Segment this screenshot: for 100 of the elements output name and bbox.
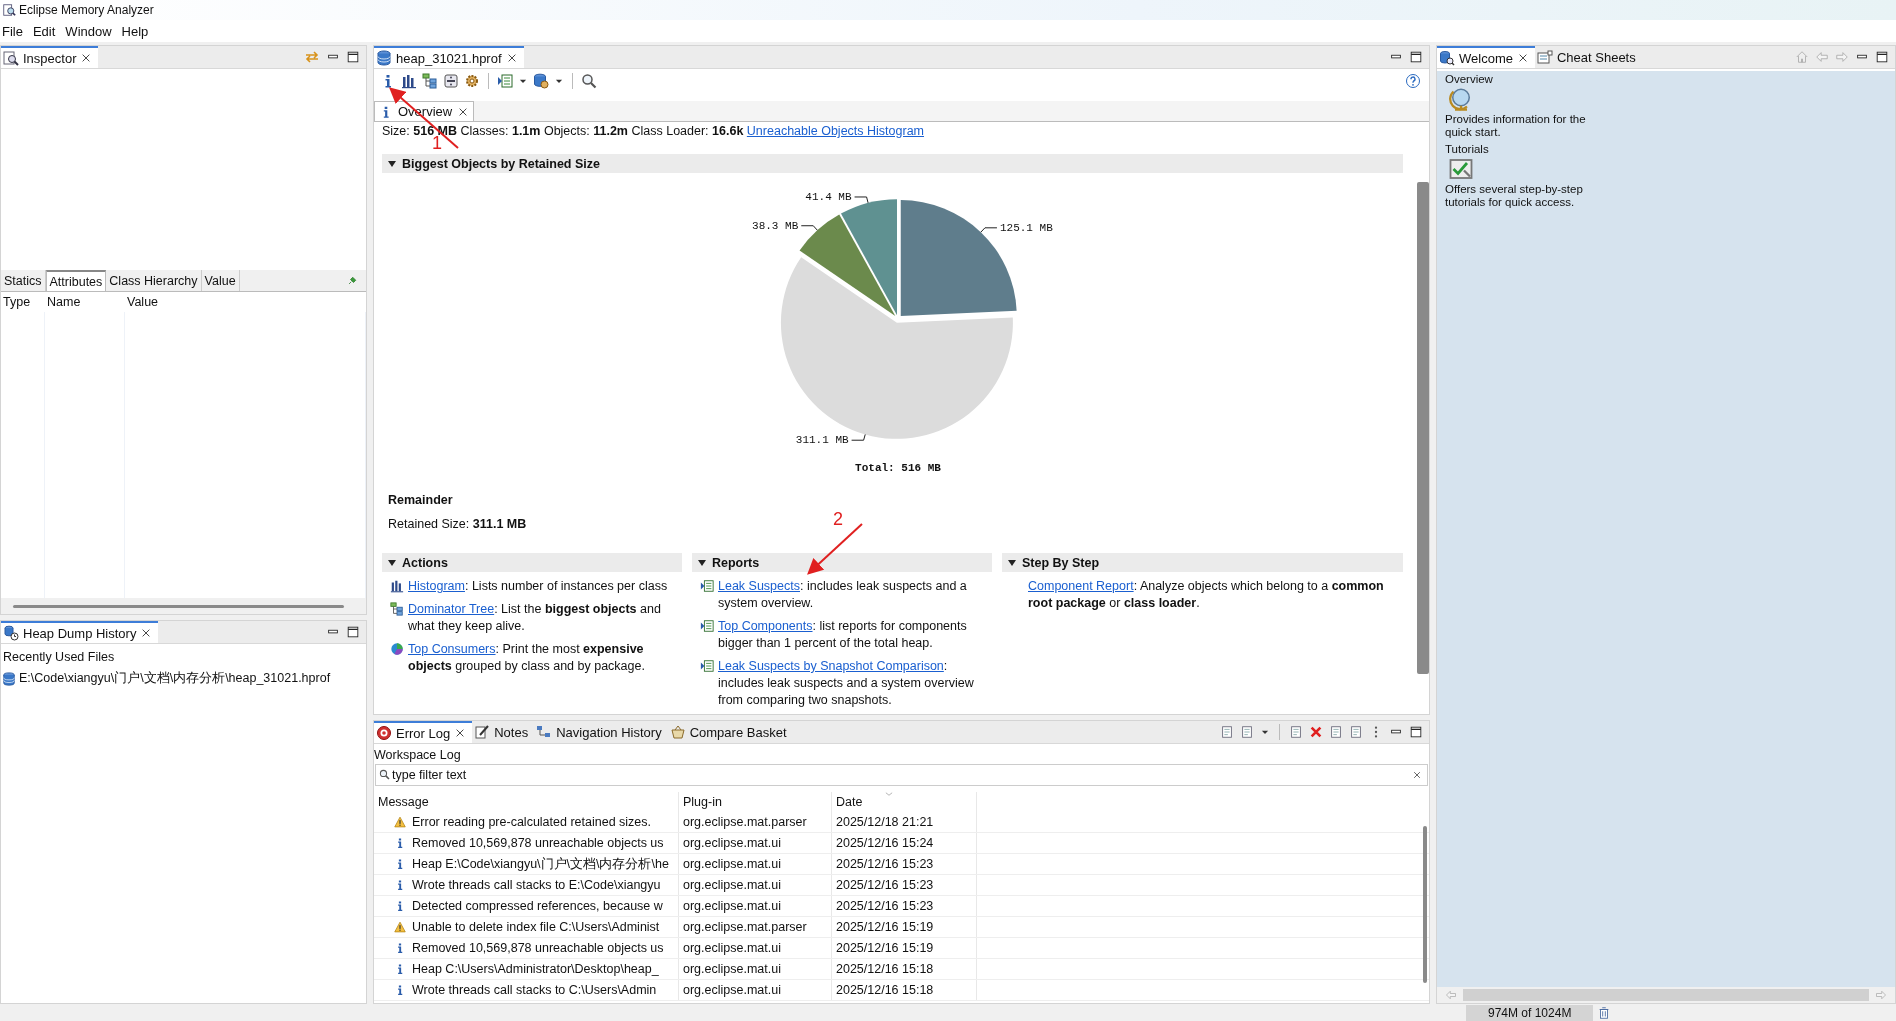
view-tab[interactable]: Notes [472, 721, 535, 743]
checklist-icon[interactable] [1449, 157, 1473, 181]
column-header[interactable]: Date [832, 792, 977, 812]
heap-status[interactable]: 974M of 1024M [1466, 1004, 1594, 1021]
maximize-icon[interactable] [1875, 50, 1889, 64]
section-title: Reports [712, 555, 760, 570]
view-tab[interactable]: Heap Dump History [1, 621, 159, 643]
column-header[interactable]: Message [374, 792, 679, 812]
view-tab[interactable]: Navigation History [534, 721, 668, 743]
table-cell: 2025/12/16 15:23 [832, 896, 977, 916]
action-description: Leak Suspects: includes leak suspects and a system overview. [718, 578, 968, 612]
table-cell: org.eclipse.mat.ui [679, 938, 832, 958]
menu-item[interactable]: File [0, 23, 31, 39]
list-heading: Recently Used Files [2, 649, 116, 666]
table-cell: 2025/12/16 15:23 [832, 875, 977, 895]
table-cell: 2025/12/18 21:21 [832, 812, 977, 832]
column-header[interactable]: Name [45, 295, 125, 309]
maximize-icon[interactable] [346, 625, 360, 639]
column-header[interactable]: Plug-in [679, 792, 832, 812]
menu-item[interactable]: Help [119, 23, 157, 39]
editor-tab[interactable]: heap_31021.hprof [374, 46, 524, 68]
log-title: Workspace Log [374, 747, 462, 764]
file-item[interactable]: E:\Code\xiangyu\门户\文档\内存分析\heap_31021.hprof [1, 666, 366, 691]
view-tab[interactable]: Welcome [1437, 46, 1535, 68]
slice-label: 41.4 MB [804, 191, 852, 203]
action-link[interactable]: Top Components [718, 619, 813, 633]
column-header[interactable]: Value [125, 295, 366, 309]
expand-icon[interactable] [698, 559, 706, 566]
view-tab[interactable]: Compare Basket [667, 721, 793, 743]
globe-icon[interactable] [1449, 87, 1473, 111]
section-header[interactable]: Biggest Objects by Retained Size [382, 154, 1403, 173]
table-cell: Removed 10,569,878 unreachable objects us [374, 833, 679, 853]
sub-tab[interactable]: Attributes [45, 270, 107, 291]
report-icon[interactable] [700, 619, 714, 633]
clear-icon[interactable] [1412, 770, 1422, 780]
database-gear-icon[interactable] [533, 73, 549, 89]
report-icon[interactable] [700, 659, 714, 673]
pin-icon[interactable] [346, 274, 358, 287]
maximize-icon[interactable] [346, 50, 360, 64]
scrollbar-thumb[interactable] [1423, 826, 1427, 983]
search-icon[interactable] [581, 73, 597, 89]
section-header[interactable]: Reports [692, 553, 992, 572]
table-cell: 2025/12/16 15:23 [832, 854, 977, 874]
column-header[interactable]: Type [1, 295, 45, 309]
table-cell: org.eclipse.mat.parser [679, 917, 832, 937]
tree-icon[interactable] [422, 73, 438, 89]
delete-icon[interactable] [1309, 725, 1323, 739]
scrollbar-thumb[interactable] [1463, 989, 1869, 1001]
expand-icon[interactable] [1008, 559, 1016, 566]
expand-icon[interactable] [388, 160, 396, 167]
leader-line [979, 227, 997, 233]
pie-icon[interactable] [390, 642, 404, 656]
action-link[interactable]: Histogram [408, 579, 465, 593]
expand-icon[interactable] [388, 559, 396, 566]
welcome-link[interactable]: Overview [1445, 73, 1887, 86]
scrollbar-thumb[interactable] [13, 604, 344, 608]
table-cell: 2025/12/16 15:24 [832, 833, 977, 853]
histogram-icon[interactable] [390, 579, 404, 593]
report-icon[interactable] [700, 579, 714, 593]
annotation-arrow [807, 523, 863, 575]
action-link[interactable]: Component Report [1028, 579, 1134, 593]
sub-tab[interactable]: Value [201, 270, 240, 291]
sub-tab[interactable]: Statics [1, 270, 46, 291]
report-icon[interactable] [497, 73, 513, 89]
slice-label: 38.3 MB [751, 219, 798, 232]
slice-label: 125.1 MB [999, 221, 1053, 234]
section-header[interactable]: Actions [382, 553, 682, 572]
retained-size-text: Retained Size: 311.1 MB [388, 517, 527, 531]
query-icon[interactable] [443, 73, 459, 89]
view-tab[interactable]: Error Log [374, 721, 473, 743]
section-header[interactable]: Step By Step [1002, 553, 1403, 572]
action-link[interactable]: Leak Suspects [718, 579, 800, 593]
gear-icon[interactable] [464, 73, 480, 89]
help-icon[interactable] [1405, 73, 1421, 89]
warning-icon [394, 921, 406, 933]
filter-field[interactable]: type filter text [375, 764, 1428, 786]
maximize-icon[interactable] [1409, 725, 1423, 739]
action-link[interactable]: Leak Suspects by Snapshot Comparison [718, 659, 944, 673]
table-cell: Wrote threads call stacks to C:\Users\Admin [374, 980, 679, 1000]
table-cell: 2025/12/16 15:18 [832, 980, 977, 1000]
error-icon [376, 725, 392, 741]
table-cell: Heap E:\Code\xiangyu\门户\文档\内存分析\he [374, 854, 679, 874]
table-cell: org.eclipse.mat.ui [679, 833, 832, 853]
scrollbar-thumb[interactable] [1417, 182, 1429, 674]
menu-item[interactable]: Edit [30, 23, 64, 39]
action-description: Leak Suspects by Snapshot Comparison: includes leak suspects and a system overview from comparing two snapshots. [718, 658, 975, 709]
tree-icon[interactable] [390, 602, 404, 616]
table-cell: Removed 10,569,878 unreachable objects us [374, 938, 679, 958]
histogram-icon[interactable] [401, 73, 417, 89]
table-cell: Detected compressed references, because w [374, 896, 679, 916]
sub-tab[interactable]: Class Hierarchy [106, 270, 202, 291]
leader-line [850, 433, 866, 441]
menu-item[interactable]: Window [63, 23, 120, 39]
table-cell: org.eclipse.mat.ui [679, 980, 832, 1000]
view-tab[interactable]: Inspector [1, 46, 99, 68]
welcome-link[interactable]: Tutorials [1445, 143, 1887, 156]
action-link[interactable]: Top Consumers [408, 642, 496, 656]
histogram-link[interactable]: Unreachable Objects Histogram [746, 124, 924, 138]
view-tab[interactable]: Cheat Sheets [1534, 46, 1642, 68]
maximize-icon[interactable] [1409, 50, 1423, 64]
